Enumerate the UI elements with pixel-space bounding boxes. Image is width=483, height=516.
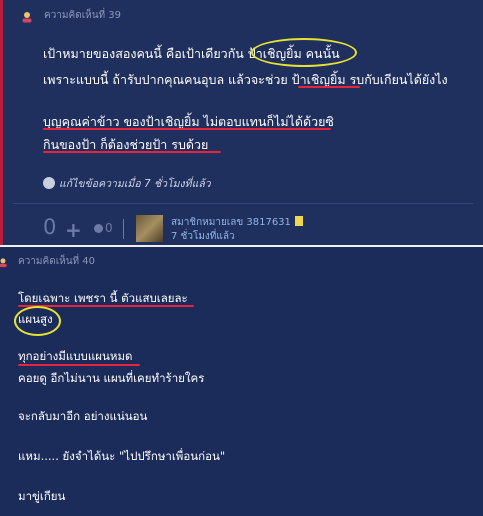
- member-avatar[interactable]: [136, 215, 163, 242]
- mobile-badge-icon: [294, 216, 303, 226]
- comment-line: จะกลับมาอีก อย่างแน่นอน: [18, 409, 148, 423]
- member-name-link[interactable]: สมาชิกหมายเลข 3817631: [171, 215, 303, 230]
- comment-39: ความคิดเห็นที่ 39 เป้าหมายของสองคนนี้ คื…: [0, 0, 483, 245]
- edit-note-text: แก้ไขข้อความเมื่อ 7 ชั่วโมงที่แล้ว: [59, 178, 211, 190]
- plus-vote-icon[interactable]: +: [65, 218, 82, 242]
- user-avatar-icon: [22, 12, 32, 23]
- member-name-text: สมาชิกหมายเลข 3817631: [171, 217, 291, 228]
- comment-line: กินของป้า ก็ต้องช่วยป้า รบด้วย: [43, 137, 209, 152]
- comment-line: เป้าหมายของสองคนนี้ คือเป้าเดียวกัน ป้าเ…: [43, 46, 340, 61]
- comment-line: เพราะแบบนี้ ถ้ารับปากคุณคนอุบล แล้วจะช่ว…: [43, 72, 448, 87]
- vote-count: 0: [43, 215, 57, 239]
- emotion-icon[interactable]: [94, 224, 103, 233]
- globe-icon: [43, 177, 55, 189]
- comment-time: 7 ชั่วโมงที่แล้ว: [171, 231, 235, 242]
- comment-line: มาขู่เกียน: [18, 489, 66, 503]
- comment-number: ความคิดเห็นที่ 40: [18, 256, 96, 267]
- comment-number: ความคิดเห็นที่ 39: [44, 10, 122, 21]
- emotion-count: 0: [105, 221, 113, 235]
- comment-line: บุญคุณค่าข้าว ของป้าเชิญยิ้ม ไม่ตอบแทนก็…: [43, 114, 334, 129]
- divider: [13, 203, 473, 204]
- comment-line: คอยดู อีกไม่นาน แผนที่เคยทำร้ายใคร: [18, 371, 205, 385]
- comment-line: โดยเฉพาะ เพชรา นี้ ตัวแสบเลยละ: [18, 291, 188, 305]
- comment-40: ความคิดเห็นที่ 40 โดยเฉพาะ เพชรา นี้ ตัว…: [0, 247, 483, 516]
- user-avatar-icon: [0, 258, 7, 268]
- edit-note: แก้ไขข้อความเมื่อ 7 ชั่วโมงที่แล้ว: [43, 175, 211, 191]
- separator: [123, 219, 124, 239]
- comment-line: ทุกอย่างมีแบบแผนหมด: [18, 349, 133, 363]
- comment-line: แผนสูง: [18, 312, 53, 326]
- comment-line: แหม..... ยังจำได้นะ "ไปปรึกษาเพื่อนก่อน": [18, 449, 226, 463]
